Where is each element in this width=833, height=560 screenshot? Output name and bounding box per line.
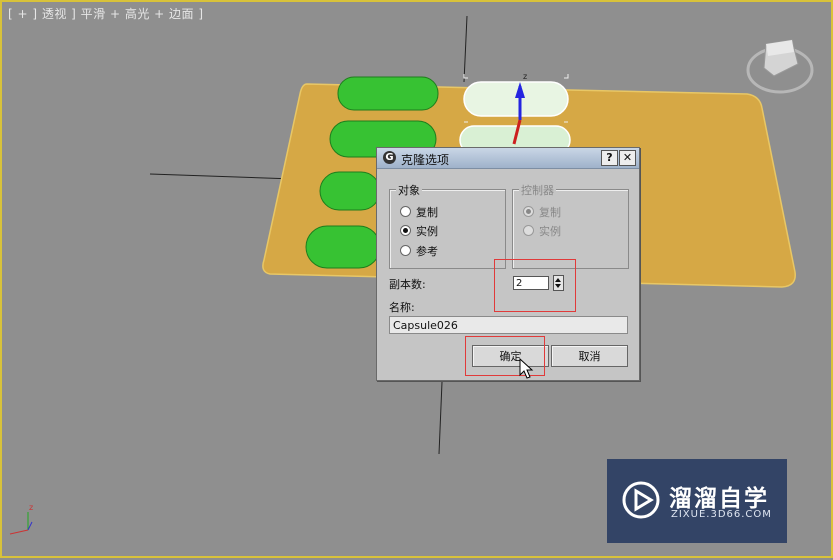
copies-label: 副本数:	[389, 278, 426, 291]
radio-instance-button[interactable]	[400, 225, 411, 236]
controller-radio-copy-button	[523, 206, 534, 217]
app-logo-icon: G	[383, 151, 396, 164]
radio-reference-button[interactable]	[400, 245, 411, 256]
gizmo-z-label: z	[523, 72, 527, 81]
radio-reference-label: 参考	[416, 245, 438, 258]
play-logo-icon	[622, 481, 660, 519]
controller-group: 控制器 复制 实例	[512, 182, 629, 269]
radio-instance-label: 实例	[416, 225, 438, 238]
mouse-cursor-icon	[519, 358, 534, 379]
close-button[interactable]: ✕	[619, 150, 636, 166]
controller-radio-copy-label: 复制	[539, 206, 561, 219]
object-group-title: 对象	[396, 182, 422, 198]
world-axis-line	[438, 381, 443, 455]
name-label: 名称:	[389, 301, 415, 314]
cancel-button[interactable]: 取消	[551, 345, 628, 367]
dialog-title: 克隆选项	[401, 153, 450, 167]
dialog-titlebar[interactable]: G 克隆选项 ? ✕	[377, 148, 639, 169]
watermark-name: 溜溜自学	[669, 486, 769, 512]
viewport-label-menu[interactable]: [ + ] 透视 ] 平滑 + 高光 + 边面 ]	[8, 5, 204, 22]
radio-copy-button[interactable]	[400, 206, 411, 217]
object-group: 对象 复制 实例 参考	[389, 182, 506, 269]
world-axis-line	[463, 15, 468, 83]
controller-radio-instance-label: 实例	[539, 225, 561, 238]
help-button[interactable]: ?	[601, 150, 618, 166]
capsule[interactable]	[337, 76, 439, 111]
controller-group-title: 控制器	[519, 182, 556, 198]
axis-tripod-icon: z	[9, 503, 33, 535]
capsule[interactable]	[319, 171, 381, 211]
radio-copy-label: 复制	[416, 206, 438, 219]
name-input[interactable]: Capsule026	[389, 316, 628, 334]
viewcube-icon[interactable]	[746, 39, 814, 94]
selected-capsule[interactable]	[463, 81, 569, 117]
watermark-logo: 溜溜自学 ZIXUE.3D66.COM	[607, 459, 787, 543]
capsule[interactable]	[305, 225, 381, 269]
controller-radio-instance-button	[523, 225, 534, 236]
svg-text:z: z	[29, 503, 33, 512]
highlight-box-copies	[494, 259, 576, 312]
watermark-url: ZIXUE.3D66.COM	[671, 509, 772, 520]
